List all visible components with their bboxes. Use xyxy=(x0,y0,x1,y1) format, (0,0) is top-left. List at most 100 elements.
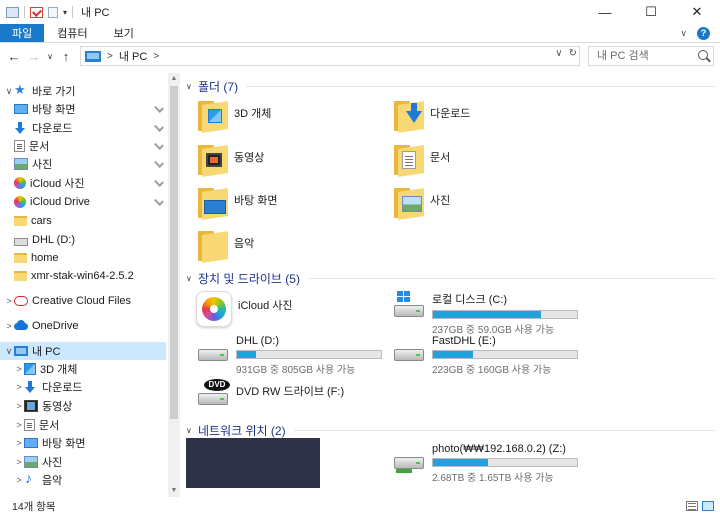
drive-item[interactable]: DVD DVD RW 드라이브 (F:) xyxy=(196,379,344,409)
refresh-icon[interactable]: ↻ xyxy=(569,48,577,59)
scrollbar-thumb[interactable] xyxy=(170,86,178,419)
folder-item[interactable]: 다운로드 xyxy=(392,101,471,133)
network-location-item[interactable] xyxy=(186,438,320,488)
folder-item[interactable]: 바탕 화면 xyxy=(196,188,278,220)
chevron-right-icon[interactable]: > xyxy=(14,420,24,430)
divider xyxy=(246,85,716,87)
group-header-network[interactable]: ∨ 네트워크 위치 (2) xyxy=(186,421,716,439)
pin-icon[interactable] xyxy=(154,122,164,132)
scroll-down-icon[interactable]: ▼ xyxy=(168,485,180,497)
recent-locations-button[interactable]: ∨ xyxy=(44,52,56,61)
sidebar-item[interactable]: > 문서 xyxy=(0,416,166,434)
drive-item[interactable]: iCloud 사진 xyxy=(196,291,292,327)
drive-free-space: 931GB 중 805GB 사용 가능 xyxy=(236,365,356,376)
chevron-right-icon[interactable]: > xyxy=(4,321,14,331)
divider xyxy=(293,429,716,431)
scroll-up-icon[interactable]: ▲ xyxy=(168,73,180,85)
folder-item[interactable]: 문서 xyxy=(392,145,450,177)
chevron-right-icon[interactable]: > xyxy=(14,382,24,392)
pin-icon[interactable] xyxy=(154,196,164,206)
pin-icon[interactable] xyxy=(154,177,164,187)
sidebar-item[interactable]: 다운로드 xyxy=(0,119,166,137)
chevron-down-icon[interactable]: ∨ xyxy=(4,86,14,97)
sidebar-item[interactable]: ∨ 바로 가기 xyxy=(0,82,166,100)
search-box[interactable] xyxy=(588,46,714,66)
chevron-right-icon[interactable]: > xyxy=(14,457,24,467)
drive-item[interactable]: 로컬 디스크 (C:) 237GB 중 59.0GB 사용 가능 xyxy=(392,291,578,336)
forward-button[interactable]: → xyxy=(24,49,44,64)
close-button[interactable]: ✕ xyxy=(674,0,720,24)
sidebar-item[interactable]: iCloud Drive xyxy=(0,193,166,211)
sidebar-item[interactable]: xmr-stak-win64-2.5.2 xyxy=(0,267,166,285)
expand-ribbon-icon[interactable]: ∨ xyxy=(680,28,687,39)
details-view-icon[interactable] xyxy=(686,501,698,511)
sidebar-item[interactable]: home xyxy=(0,249,166,267)
sidebar-item[interactable]: iCloud 사진 xyxy=(0,174,166,192)
search-input[interactable] xyxy=(597,50,693,62)
sidebar-item[interactable]: 바탕 화면 xyxy=(0,100,166,118)
nav-scrollbar[interactable]: ▲ ▼ xyxy=(168,73,180,497)
breadcrumb-item[interactable]: 내 PC xyxy=(119,48,147,64)
drive-icon xyxy=(196,335,230,365)
chevron-right-icon[interactable]: > xyxy=(14,475,24,485)
folder-icon xyxy=(196,99,230,133)
chevron-down-icon[interactable]: ∨ xyxy=(186,274,198,283)
properties-icon[interactable] xyxy=(30,6,43,18)
folder-item[interactable]: 동영상 xyxy=(196,145,265,177)
new-folder-icon[interactable] xyxy=(48,6,58,18)
chevron-down-icon[interactable]: ∨ xyxy=(186,82,198,91)
sidebar-item[interactable]: > 바탕 화면 xyxy=(0,434,166,452)
chevron-down-icon[interactable]: ∨ xyxy=(4,346,14,357)
pin-icon[interactable] xyxy=(154,140,164,150)
up-button[interactable]: ↑ xyxy=(56,49,76,64)
sidebar-item[interactable]: > 동영상 xyxy=(0,397,166,415)
toolbar-divider xyxy=(24,6,25,18)
sidebar-item[interactable]: 문서 xyxy=(0,137,166,155)
sidebar-item[interactable]: > OneDrive xyxy=(0,317,166,335)
chevron-right-icon[interactable]: > xyxy=(4,296,14,306)
tab-file[interactable]: 파일 xyxy=(0,24,45,42)
chevron-right-icon[interactable]: > xyxy=(14,438,24,448)
back-button[interactable]: ← xyxy=(4,49,24,64)
chevron-down-icon[interactable]: ∨ xyxy=(186,426,198,435)
breadcrumb-separator[interactable]: > xyxy=(153,51,159,62)
sidebar-item[interactable]: DHL (D:) xyxy=(0,231,166,249)
drive-item[interactable]: DHL (D:) 931GB 중 805GB 사용 가능 xyxy=(196,335,382,376)
sidebar-item[interactable]: > Creative Cloud Files xyxy=(0,292,166,310)
sidebar-item[interactable]: > 음악 xyxy=(0,470,166,489)
address-row: ← → ∨ ↑ > 내 PC > ∨ ↻ xyxy=(0,43,720,69)
folder-item[interactable]: 3D 개체 xyxy=(196,99,271,133)
sidebar-item[interactable]: > 사진 xyxy=(0,453,166,471)
pin-icon[interactable] xyxy=(154,103,164,113)
chevron-right-icon[interactable]: > xyxy=(14,364,24,374)
group-header-folders[interactable]: ∨ 폴더 (7) xyxy=(186,77,716,95)
dvd-drive-icon: DVD xyxy=(196,379,230,409)
large-icons-view-icon[interactable] xyxy=(702,501,714,511)
help-icon[interactable]: ? xyxy=(697,26,710,40)
folder-item[interactable]: 사진 xyxy=(392,188,450,220)
drive-info: DVD RW 드라이브 (F:) xyxy=(236,379,344,399)
drive-item[interactable]: FastDHL (E:) 223GB 중 160GB 사용 가능 xyxy=(392,335,578,376)
maximize-button[interactable]: ☐ xyxy=(628,0,674,24)
sidebar-item[interactable]: 사진 xyxy=(0,155,166,173)
search-icon[interactable] xyxy=(698,50,708,60)
customize-toolbar-icon[interactable]: ▾ xyxy=(63,8,67,17)
sidebar-item[interactable]: cars xyxy=(0,212,166,230)
address-bar[interactable]: > 내 PC > ∨ ↻ xyxy=(80,46,580,66)
address-dropdown-icon[interactable]: ∨ xyxy=(555,48,562,59)
tab-view[interactable]: 보기 xyxy=(101,24,147,42)
drive-item[interactable]: photo(₩₩192.168.0.2) (Z:) 2.68TB 중 1.65TB… xyxy=(392,443,578,484)
folder-name: 다운로드 xyxy=(430,108,471,120)
pin-icon[interactable] xyxy=(154,158,164,168)
pc-icon[interactable] xyxy=(6,6,19,18)
folder-item[interactable]: 음악 xyxy=(196,231,254,263)
sidebar-item[interactable]: ∨ 내 PC xyxy=(0,342,166,360)
folder-name: 동영상 xyxy=(234,152,265,164)
breadcrumb-separator[interactable]: > xyxy=(107,51,113,62)
chevron-right-icon[interactable]: > xyxy=(14,401,24,411)
sidebar-item[interactable]: > 다운로드 xyxy=(0,378,166,396)
sidebar-item[interactable]: >3D 개체 xyxy=(0,360,166,378)
tab-computer[interactable]: 컴퓨터 xyxy=(44,24,100,42)
minimize-button[interactable]: — xyxy=(582,0,628,24)
group-header-devices[interactable]: ∨ 장치 및 드라이브 (5) xyxy=(186,269,716,287)
